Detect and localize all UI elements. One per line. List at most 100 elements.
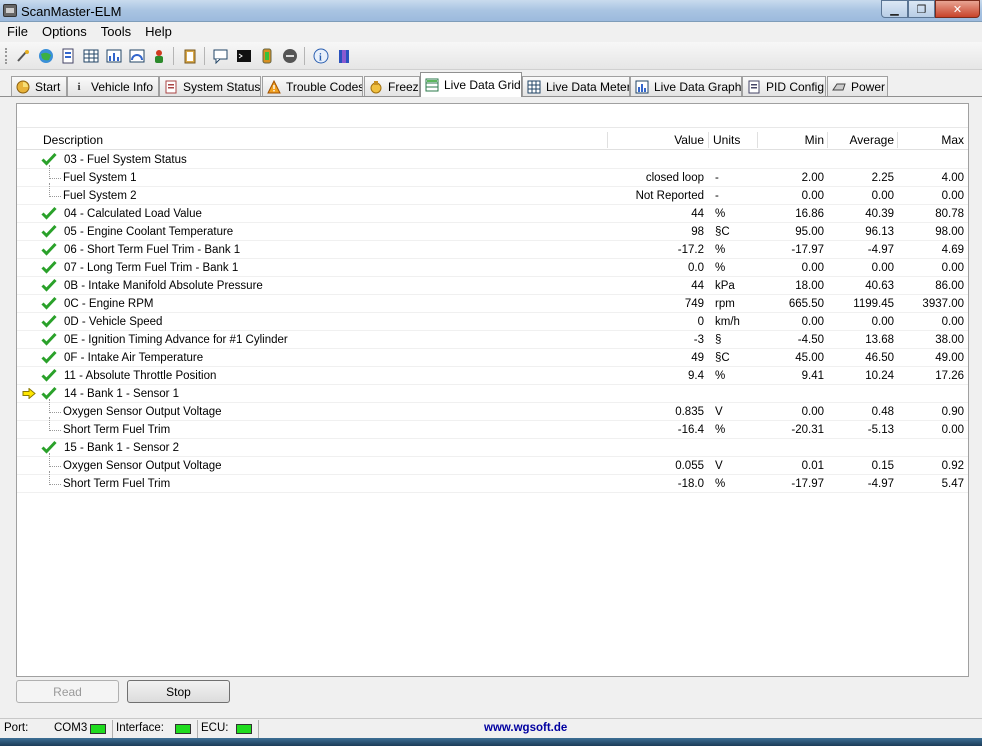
tab-live-data-meter[interactable]: Live Data Meter: [522, 76, 630, 96]
grid-icon[interactable]: [82, 47, 100, 65]
table-row[interactable]: 0E - Ignition Timing Advance for #1 Cyli…: [17, 331, 968, 349]
minimize-button[interactable]: ▁: [881, 0, 908, 18]
table-row[interactable]: 0D - Vehicle Speed 0 km/h 0.00 0.00 0.00: [17, 313, 968, 331]
row-max: 4.00: [941, 172, 964, 184]
vehicle-icon[interactable]: [59, 47, 77, 65]
row-value: -18.0: [677, 478, 704, 490]
row-description: 03 - Fuel System Status: [64, 154, 187, 166]
connect-icon[interactable]: [14, 47, 32, 65]
tab-label: Start: [35, 79, 61, 94]
maximize-button[interactable]: ❐: [908, 0, 935, 18]
table-row[interactable]: 11 - Absolute Throttle Position 9.4% 9.41 1…: [17, 367, 968, 385]
row-max: 0.92: [941, 460, 964, 472]
tab-power[interactable]: Power: [827, 76, 888, 96]
check-icon: [41, 350, 57, 364]
row-units: rpm: [715, 298, 735, 310]
row-min: 0.00: [801, 262, 824, 274]
book-icon[interactable]: [335, 47, 353, 65]
tree-line: [49, 412, 61, 413]
data-grid[interactable]: Description Value Units Min Average Max …: [16, 103, 969, 677]
row-max: 0.00: [941, 316, 964, 328]
table-row[interactable]: Oxygen Sensor Output Voltage 0.055 V 0.01 0.…: [17, 453, 968, 475]
start-icon: [16, 80, 30, 94]
app-icon: [3, 4, 17, 17]
meter-icon[interactable]: [128, 47, 146, 65]
row-units: %: [715, 424, 726, 436]
ecu-label: ECU:: [201, 722, 229, 734]
table-row[interactable]: 14 - Bank 1 - Sensor 1: [17, 385, 968, 403]
tab-pid-config[interactable]: PID Config: [742, 76, 826, 96]
column-divider: [708, 132, 709, 148]
row-average: 96.13: [865, 226, 894, 238]
table-row[interactable]: Short Term Fuel Trim -18.0% -17.97 -4.97 5.4…: [17, 471, 968, 493]
row-average: 2.25: [871, 172, 894, 184]
ecu-status-led: [236, 724, 252, 734]
row-units: §C: [715, 226, 730, 238]
menu-file[interactable]: File: [0, 22, 35, 42]
comment-icon[interactable]: [212, 47, 230, 65]
table-row[interactable]: 04 - Calculated Load Value 44% 16.86 40.39 8…: [17, 205, 968, 223]
row-description: Short Term Fuel Trim: [63, 478, 171, 490]
stop-button[interactable]: Stop: [127, 680, 230, 703]
tree-line: [49, 417, 50, 431]
table-row[interactable]: Short Term Fuel Trim -16.4% -20.31 -5.13 0.0…: [17, 417, 968, 439]
window-title: ScanMaster-ELM: [21, 4, 122, 19]
toolbar-grip: [5, 48, 8, 64]
clipboard-icon[interactable]: [181, 47, 199, 65]
row-description: 0D - Vehicle Speed: [64, 316, 163, 328]
table-row[interactable]: 05 - Engine Coolant Temperature 98 §C 95.00…: [17, 223, 968, 241]
table-row[interactable]: 03 - Fuel System Status: [17, 151, 968, 169]
website-link[interactable]: www.wgsoft.de: [484, 722, 567, 734]
row-value: -3: [693, 334, 704, 346]
menu-help[interactable]: Help: [138, 22, 179, 42]
info-icon[interactable]: i: [312, 47, 330, 65]
table-row[interactable]: 15 - Bank 1 - Sensor 2: [17, 439, 968, 457]
tab-vehicle-info[interactable]: i Vehicle Info: [67, 76, 159, 96]
table-row[interactable]: 0F - Intake Air Temperature 49 §C 45.00 46.5…: [17, 349, 968, 367]
row-min: 0.00: [801, 316, 824, 328]
tab-freeze-frame[interactable]: Freez: [364, 76, 420, 96]
taskbar-strip: [0, 738, 982, 746]
power-icon[interactable]: [281, 47, 299, 65]
menu-tools[interactable]: Tools: [94, 22, 138, 42]
grid-icon: [425, 78, 439, 92]
terminal-icon[interactable]: [235, 47, 253, 65]
warning-icon: [267, 79, 281, 94]
table-row[interactable]: 0C - Engine RPM 749 rpm 665.50 1199.45 3937.0…: [17, 295, 968, 313]
menu-options[interactable]: Options: [35, 22, 94, 42]
row-units: -: [715, 190, 719, 202]
column-header-description[interactable]: Description: [43, 133, 103, 147]
table-row[interactable]: Fuel System 1 closed loop - 2.00 2.25 4.00: [17, 165, 968, 187]
column-header-average[interactable]: Average: [850, 133, 894, 147]
table-row[interactable]: 06 - Short Term Fuel Trim - Bank 1 -17.2%…: [17, 241, 968, 259]
table-row[interactable]: 0B - Intake Manifold Absolute Pressure 44…: [17, 277, 968, 295]
row-description: 04 - Calculated Load Value: [64, 208, 202, 220]
tab-start[interactable]: Start: [11, 76, 67, 96]
tab-trouble-codes[interactable]: Trouble Codes: [262, 76, 363, 96]
row-average: -4.97: [867, 244, 894, 256]
read-button[interactable]: Read: [16, 680, 119, 703]
column-header-value[interactable]: Value: [674, 133, 704, 147]
battery-icon[interactable]: [258, 47, 276, 65]
close-button[interactable]: ✕: [935, 0, 980, 18]
person-icon[interactable]: [150, 47, 168, 65]
table-row[interactable]: 07 - Long Term Fuel Trim - Bank 1 0.0% 0.0…: [17, 259, 968, 277]
column-header-max[interactable]: Max: [941, 133, 964, 147]
column-header-min[interactable]: Min: [805, 133, 824, 147]
tab-live-data-graph[interactable]: Live Data Graph: [630, 76, 742, 96]
chart-icon[interactable]: [105, 47, 123, 65]
tab-system-status[interactable]: System Status: [159, 76, 261, 96]
check-icon: [41, 152, 57, 166]
row-description: 0B - Intake Manifold Absolute Pressure: [64, 280, 263, 292]
row-value: 0.0: [688, 262, 704, 274]
table-row[interactable]: Oxygen Sensor Output Voltage 0.835 V 0.00 0.…: [17, 399, 968, 421]
column-header-units[interactable]: Units: [713, 133, 740, 147]
row-value: 98: [691, 226, 704, 238]
table-row[interactable]: Fuel System 2 Not Reported - 0.00 0.00 0.00: [17, 183, 968, 205]
tab-live-data-grid[interactable]: Live Data Grid: [420, 72, 522, 97]
row-average: 0.00: [871, 262, 894, 274]
tab-label: System Status: [183, 79, 261, 94]
row-average: 0.15: [871, 460, 894, 472]
row-min: 45.00: [795, 352, 824, 364]
globe-icon[interactable]: [37, 47, 55, 65]
